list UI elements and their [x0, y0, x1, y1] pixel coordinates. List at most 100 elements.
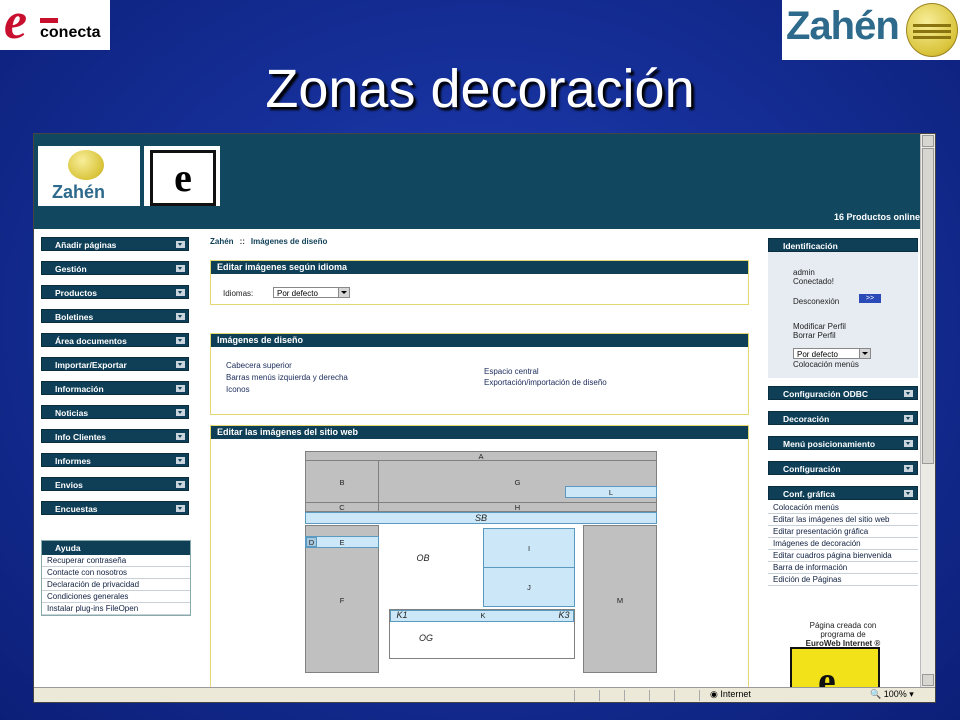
status-cell [574, 690, 575, 701]
zone-m[interactable]: M [583, 525, 657, 673]
conf-link[interactable]: Editar las imágenes del sitio web [768, 514, 918, 526]
language-select-value: Por defecto [277, 289, 318, 298]
dropdown-arrow-icon[interactable] [176, 313, 185, 320]
nav-item-area-documentos[interactable]: Área documentos [41, 333, 189, 347]
nav-item-importar-exportar[interactable]: Importar/Exportar [41, 357, 189, 371]
dropdown-arrow-icon[interactable] [904, 465, 913, 472]
dropdown-arrow-icon[interactable] [176, 433, 185, 440]
zone-k[interactable]: K [474, 610, 492, 621]
zone-j[interactable]: J [483, 567, 575, 607]
zone-i[interactable]: I [483, 528, 575, 568]
chevron-down-icon[interactable] [338, 288, 349, 297]
zone-sb[interactable]: SB [305, 512, 657, 524]
dropdown-arrow-icon[interactable] [176, 457, 185, 464]
nav-item-informacion[interactable]: Información [41, 381, 189, 395]
bar-configuracion-odbc[interactable]: Configuración ODBC [768, 386, 918, 400]
logout-link[interactable]: Desconexión [793, 297, 839, 306]
help-link[interactable]: Condiciones generales [42, 591, 190, 603]
zone-c[interactable]: C [305, 502, 379, 512]
logout-button[interactable]: >> [859, 294, 881, 303]
zone-h[interactable]: H [378, 502, 657, 512]
nav-label: Info Clientes [55, 432, 107, 442]
nav-item-boletines[interactable]: Boletines [41, 309, 189, 323]
status-cell [624, 690, 625, 701]
dropdown-arrow-icon[interactable] [176, 505, 185, 512]
link-barras-menus[interactable]: Barras menús izquierda y derecha [226, 373, 348, 382]
header-zahen-logo[interactable]: Zahén [38, 146, 140, 206]
link-exportacion-diseno[interactable]: Exportación/importación de diseño [484, 378, 607, 387]
language-panel-title: Editar imágenes según idioma [211, 261, 748, 274]
nav-item-noticias[interactable]: Noticias [41, 405, 189, 419]
link-iconos[interactable]: Iconos [226, 385, 250, 394]
scroll-up-icon[interactable] [922, 135, 934, 147]
conf-link[interactable]: Barra de información [768, 562, 918, 574]
nav-item-informes[interactable]: Informes [41, 453, 189, 467]
nav-item-info-clientes[interactable]: Info Clientes [41, 429, 189, 443]
dropdown-arrow-icon[interactable] [176, 409, 185, 416]
help-link[interactable]: Contacte con nosotros [42, 567, 190, 579]
conf-link[interactable]: Editar presentación gráfica [768, 526, 918, 538]
zone-b[interactable]: B [305, 460, 379, 503]
dropdown-arrow-icon[interactable] [176, 241, 185, 248]
language-select[interactable]: Por defecto [273, 287, 350, 298]
breadcrumb-current: Imágenes de diseño [250, 237, 328, 246]
conf-link[interactable]: Imágenes de decoración [768, 538, 918, 550]
zahen-logo: Zahén [782, 0, 960, 60]
site-panel-title: Editar las imágenes del sitio web [211, 426, 748, 439]
dropdown-arrow-icon[interactable] [176, 337, 185, 344]
conf-link[interactable]: Editar cuadros página bienvenida [768, 550, 918, 562]
identification-header: Identificación [768, 238, 918, 252]
help-link[interactable]: Recuperar contraseña [42, 555, 190, 567]
nav-item-gestion[interactable]: Gestión [41, 261, 189, 275]
zoom-control[interactable]: 🔍 100% ▾ [870, 689, 914, 700]
conf-link[interactable]: Colocación menús [768, 502, 918, 514]
zone-og[interactable]: OG [406, 630, 446, 646]
dropdown-arrow-icon[interactable] [904, 390, 913, 397]
nav-item-anadir-paginas[interactable]: Añadir páginas [41, 237, 189, 251]
profile-select[interactable]: Por defecto [793, 348, 871, 359]
chevron-down-icon[interactable] [859, 349, 870, 358]
scroll-thumb[interactable] [922, 148, 934, 464]
zone-d[interactable]: D [306, 537, 317, 547]
credit-line: Página creada con [809, 621, 877, 630]
econecta-logo-letter: e [4, 0, 28, 50]
zone-ob[interactable]: OB [391, 543, 455, 573]
breadcrumb-root[interactable]: Zahén [210, 237, 234, 246]
delete-profile-link[interactable]: Borrar Perfil [793, 331, 836, 340]
zone-k3[interactable]: K3 [555, 610, 573, 621]
conf-link[interactable]: Edición de Páginas [768, 574, 918, 586]
nav-item-productos[interactable]: Productos [41, 285, 189, 299]
bar-decoracion[interactable]: Decoración [768, 411, 918, 425]
nav-item-envios[interactable]: Envios [41, 477, 189, 491]
dropdown-arrow-icon[interactable] [176, 361, 185, 368]
nav-item-encuestas[interactable]: Encuestas [41, 501, 189, 515]
dropdown-arrow-icon[interactable] [904, 440, 913, 447]
dropdown-arrow-icon[interactable] [904, 415, 913, 422]
zoom-label: 100% [883, 689, 907, 699]
status-cell [599, 690, 600, 701]
status-cell [699, 690, 700, 701]
link-espacio-central[interactable]: Espacio central [484, 367, 539, 376]
link-cabecera-superior[interactable]: Cabecera superior [226, 361, 292, 370]
dropdown-arrow-icon[interactable] [176, 385, 185, 392]
vertical-scrollbar[interactable] [920, 134, 935, 687]
bar-configuracion[interactable]: Configuración [768, 461, 918, 475]
dropdown-arrow-icon[interactable] [904, 490, 913, 497]
credit-line: programa de [820, 630, 866, 639]
help-link[interactable]: Instalar plug-ins FileOpen [42, 603, 190, 615]
bar-menu-posicionamiento[interactable]: Menú posicionamiento [768, 436, 918, 450]
zone-k1[interactable]: K1 [393, 610, 411, 621]
help-link[interactable]: Declaración de privacidad [42, 579, 190, 591]
user-name: admin [793, 268, 815, 277]
modify-profile-link[interactable]: Modificar Perfil [793, 322, 846, 331]
dropdown-arrow-icon[interactable] [176, 265, 185, 272]
econecta-logo-text: conecta [40, 24, 101, 41]
dropdown-arrow-icon[interactable] [176, 289, 185, 296]
internet-zone: ◉ Internet [710, 689, 751, 699]
dropdown-arrow-icon[interactable] [176, 481, 185, 488]
bar-conf-grafica[interactable]: Conf. gráfica [768, 486, 918, 500]
scroll-down-icon[interactable] [922, 674, 934, 686]
bar-label: Configuración [783, 464, 841, 474]
zone-l[interactable]: L [565, 486, 657, 498]
nav-label: Noticias [55, 408, 89, 418]
